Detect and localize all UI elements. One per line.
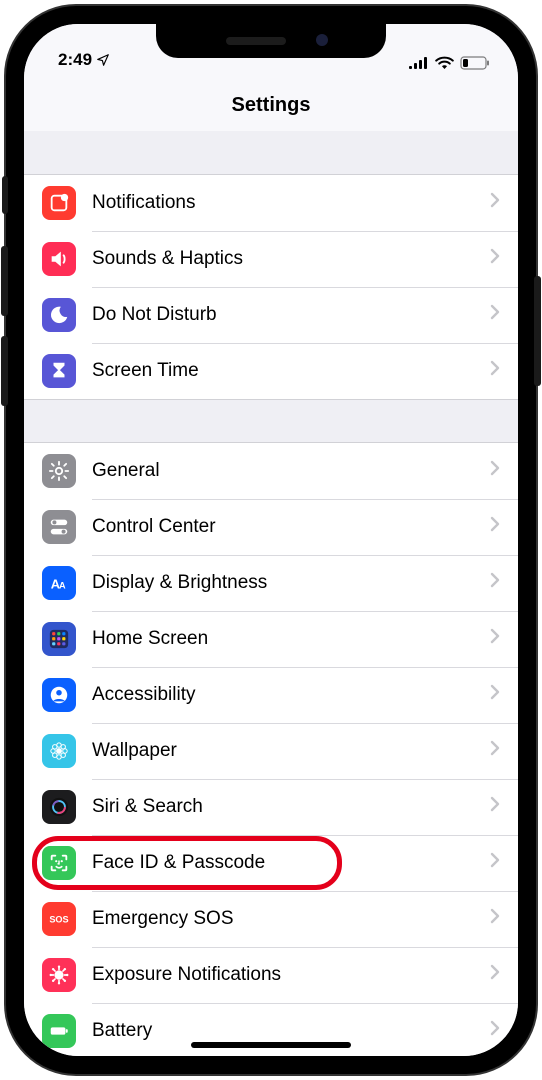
- flower-icon: [42, 734, 76, 768]
- settings-row-label: Control Center: [92, 516, 490, 538]
- chevron-right-icon: [490, 304, 500, 326]
- wifi-icon: [435, 56, 454, 70]
- chevron-right-icon: [490, 740, 500, 762]
- settings-row-sounds[interactable]: Sounds & Haptics: [24, 231, 518, 287]
- toggles-icon: [42, 510, 76, 544]
- siri-icon: [42, 790, 76, 824]
- settings-row-siri[interactable]: Siri & Search: [24, 779, 518, 835]
- settings-group: Notifications Sounds & Haptics Do Not Dist…: [24, 175, 518, 399]
- chevron-right-icon: [490, 248, 500, 270]
- page-title: Settings: [24, 72, 518, 131]
- person-circle-icon: [42, 678, 76, 712]
- settings-row-label: Siri & Search: [92, 796, 490, 818]
- settings-row-homescreen[interactable]: Home Screen: [24, 611, 518, 667]
- settings-list[interactable]: Notifications Sounds & Haptics Do Not Dist…: [24, 131, 518, 1056]
- chevron-right-icon: [490, 684, 500, 706]
- chevron-right-icon: [490, 852, 500, 874]
- settings-row-label: Do Not Disturb: [92, 304, 490, 326]
- svg-text:SOS: SOS: [49, 915, 68, 925]
- chevron-right-icon: [490, 628, 500, 650]
- hourglass-icon: [42, 354, 76, 388]
- volume-down-button[interactable]: [1, 336, 8, 406]
- speaker-icon: [42, 242, 76, 276]
- cellular-icon: [409, 57, 429, 70]
- settings-row-label: Battery: [92, 1020, 490, 1042]
- settings-row-faceid[interactable]: Face ID & Passcode: [24, 835, 518, 891]
- chevron-right-icon: [490, 572, 500, 594]
- svg-text:A: A: [59, 581, 66, 591]
- settings-row-label: Display & Brightness: [92, 572, 490, 594]
- text-size-icon: AA: [42, 566, 76, 600]
- battery-status-icon: [460, 56, 490, 70]
- virus-icon: [42, 958, 76, 992]
- status-left: 2:49: [58, 50, 110, 70]
- settings-row-controlcenter[interactable]: Control Center: [24, 499, 518, 555]
- notch: [156, 24, 386, 58]
- screen: 2:49: [24, 24, 518, 1056]
- group-separator: [24, 131, 518, 175]
- chevron-right-icon: [490, 796, 500, 818]
- settings-row-battery[interactable]: Battery: [24, 1003, 518, 1056]
- settings-row-label: Screen Time: [92, 360, 490, 382]
- grid-icon: [42, 622, 76, 656]
- chevron-right-icon: [490, 908, 500, 930]
- settings-row-display[interactable]: AA Display & Brightness: [24, 555, 518, 611]
- settings-group: General Control Center AA Display & Brightn…: [24, 443, 518, 1056]
- mute-switch[interactable]: [2, 176, 8, 214]
- status-time: 2:49: [58, 50, 92, 70]
- power-button[interactable]: [534, 276, 541, 386]
- phone-frame: 2:49: [6, 6, 536, 1074]
- settings-row-dnd[interactable]: Do Not Disturb: [24, 287, 518, 343]
- chevron-right-icon: [490, 516, 500, 538]
- chevron-right-icon: [490, 964, 500, 986]
- sos-icon: SOS: [42, 902, 76, 936]
- home-indicator[interactable]: [191, 1042, 351, 1048]
- settings-row-sos[interactable]: SOS Emergency SOS: [24, 891, 518, 947]
- settings-row-label: Wallpaper: [92, 740, 490, 762]
- settings-row-label: Accessibility: [92, 684, 490, 706]
- chevron-right-icon: [490, 1020, 500, 1042]
- settings-row-label: Home Screen: [92, 628, 490, 650]
- moon-icon: [42, 298, 76, 332]
- settings-row-label: General: [92, 460, 490, 482]
- settings-row-notifications[interactable]: Notifications: [24, 175, 518, 231]
- group-separator: [24, 399, 518, 443]
- volume-up-button[interactable]: [1, 246, 8, 316]
- settings-row-accessibility[interactable]: Accessibility: [24, 667, 518, 723]
- settings-row-wallpaper[interactable]: Wallpaper: [24, 723, 518, 779]
- settings-row-label: Emergency SOS: [92, 908, 490, 930]
- faceid-icon: [42, 846, 76, 880]
- location-arrow-icon: [96, 53, 110, 67]
- settings-row-label: Face ID & Passcode: [92, 852, 490, 874]
- settings-row-screentime[interactable]: Screen Time: [24, 343, 518, 399]
- settings-row-general[interactable]: General: [24, 443, 518, 499]
- chevron-right-icon: [490, 192, 500, 214]
- settings-row-label: Sounds & Haptics: [92, 248, 490, 270]
- settings-row-label: Exposure Notifications: [92, 964, 490, 986]
- settings-row-label: Notifications: [92, 192, 490, 214]
- gear-icon: [42, 454, 76, 488]
- chevron-right-icon: [490, 360, 500, 382]
- chevron-right-icon: [490, 460, 500, 482]
- notifications-icon: [42, 186, 76, 220]
- battery-icon: [42, 1014, 76, 1048]
- settings-row-exposure[interactable]: Exposure Notifications: [24, 947, 518, 1003]
- status-right: [409, 56, 490, 70]
